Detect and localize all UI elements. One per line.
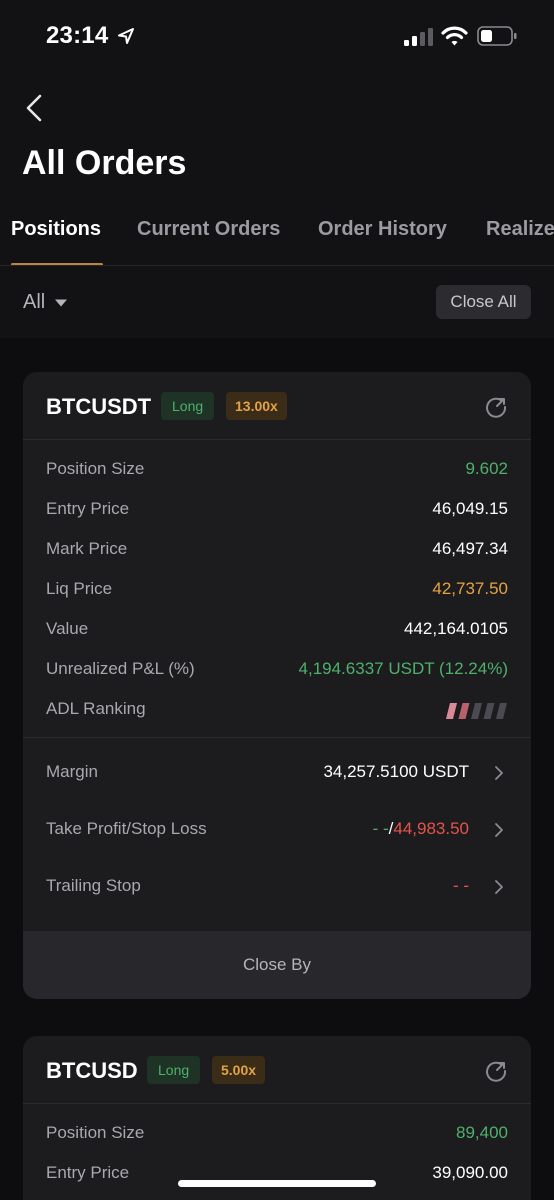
chevron-right-icon[interactable] [493, 879, 505, 895]
stop-loss-value: 44,983.50 [393, 819, 469, 838]
chevron-right-icon[interactable] [493, 765, 505, 781]
detail-row: Entry Price 46,049.15 [23, 495, 531, 523]
chevron-right-icon[interactable] [493, 822, 505, 838]
adl-bar [496, 703, 507, 719]
card-header: BTCUSD Long 5.00x [23, 1036, 531, 1104]
tab-realized[interactable]: Realize [486, 218, 554, 241]
trailing-stop-row[interactable]: Trailing Stop - - [23, 866, 531, 906]
home-indicator[interactable] [178, 1180, 376, 1187]
detail-row: Value 442,164.0105 [23, 615, 531, 643]
wifi-icon [441, 26, 468, 46]
tab-current-orders[interactable]: Current Orders [137, 218, 280, 241]
row-label: ADL Ranking [46, 699, 146, 718]
entry-price-value: 39,090.00 [432, 1163, 508, 1182]
entry-price-value: 46,049.15 [432, 499, 508, 518]
position-card: BTCUSD Long 5.00x Position Size 89,400 E… [23, 1036, 531, 1200]
active-tab-indicator [11, 263, 103, 265]
page-title: All Orders [22, 144, 187, 182]
tpsl-value: - -/44,983.50 [373, 819, 469, 839]
close-by-button[interactable]: Close By [23, 931, 531, 999]
leverage-badge: 13.00x [226, 392, 287, 420]
divider [23, 737, 531, 738]
row-label: Entry Price [46, 499, 130, 518]
liq-price-value: 42,737.50 [432, 579, 508, 598]
margin-row[interactable]: Margin 34,257.5100 USDT [23, 752, 531, 792]
detail-row: Unrealized P&L (%) 4,194.6337 USDT (12.2… [23, 655, 531, 683]
status-time: 23:14 [46, 22, 109, 49]
tpsl-row[interactable]: Take Profit/Stop Loss - -/44,983.50 [23, 809, 531, 849]
detail-row: Position Size 9.602 [23, 455, 531, 483]
detail-row: Liq Price 42,737.50 [23, 575, 531, 603]
filter-dropdown[interactable]: All [23, 291, 45, 314]
position-size-value: 89,400 [456, 1123, 508, 1142]
mark-price-value: 46,497.34 [432, 539, 508, 558]
row-label: Position Size [46, 459, 145, 478]
position-size-value: 9.602 [465, 459, 508, 478]
tab-order-history[interactable]: Order History [318, 218, 447, 241]
tab-positions[interactable]: Positions [11, 218, 101, 241]
share-icon[interactable] [485, 396, 507, 418]
close-all-button[interactable]: Close All [436, 285, 531, 319]
detail-row: Mark Price 46,497.34 [23, 535, 531, 563]
location-arrow-icon [118, 28, 134, 44]
tab-bar: Positions Current Orders Order History R… [0, 204, 554, 266]
side-badge: Long [147, 1056, 201, 1084]
adl-bar [446, 703, 457, 719]
row-label: Trailing Stop [46, 876, 141, 895]
detail-row: Position Size 89,400 [23, 1119, 531, 1147]
adl-bar [483, 703, 495, 719]
position-symbol: BTCUSDT [46, 394, 152, 419]
take-profit-value: - - [372, 819, 389, 838]
trailing-stop-value: - - [452, 876, 469, 895]
unrealized-pnl-value: 4,194.6337 USDT (12.24%) [298, 659, 508, 678]
value-amount: 442,164.0105 [404, 619, 508, 638]
row-label: Margin [46, 762, 98, 781]
position-symbol: BTCUSD [46, 1058, 138, 1083]
caret-down-icon[interactable] [54, 298, 68, 308]
row-label: Mark Price [46, 539, 128, 558]
row-label: Entry Price [46, 1163, 130, 1182]
row-label: Liq Price [46, 579, 113, 598]
battery-icon [477, 26, 517, 46]
adl-bar [458, 703, 470, 719]
adl-ranking-indicator [446, 703, 507, 719]
adl-bar [471, 703, 482, 719]
position-card: BTCUSDT Long 13.00x Position Size 9.602 … [23, 372, 531, 999]
filter-bar: All Close All [0, 267, 554, 338]
row-label: Take Profit/Stop Loss [46, 819, 207, 838]
row-label: Position Size [46, 1123, 145, 1142]
side-badge: Long [161, 392, 215, 420]
card-header: BTCUSDT Long 13.00x [23, 372, 531, 440]
row-label: Value [46, 619, 89, 638]
leverage-badge: 5.00x [212, 1056, 266, 1084]
detail-row: ADL Ranking [23, 695, 531, 723]
back-button[interactable] [20, 90, 52, 126]
margin-value: 34,257.5100 USDT [323, 762, 469, 781]
share-icon[interactable] [485, 1060, 507, 1082]
status-bar: 23:14 [0, 0, 554, 72]
cellular-signal-icon [404, 28, 433, 46]
row-label: Unrealized P&L (%) [46, 659, 195, 678]
